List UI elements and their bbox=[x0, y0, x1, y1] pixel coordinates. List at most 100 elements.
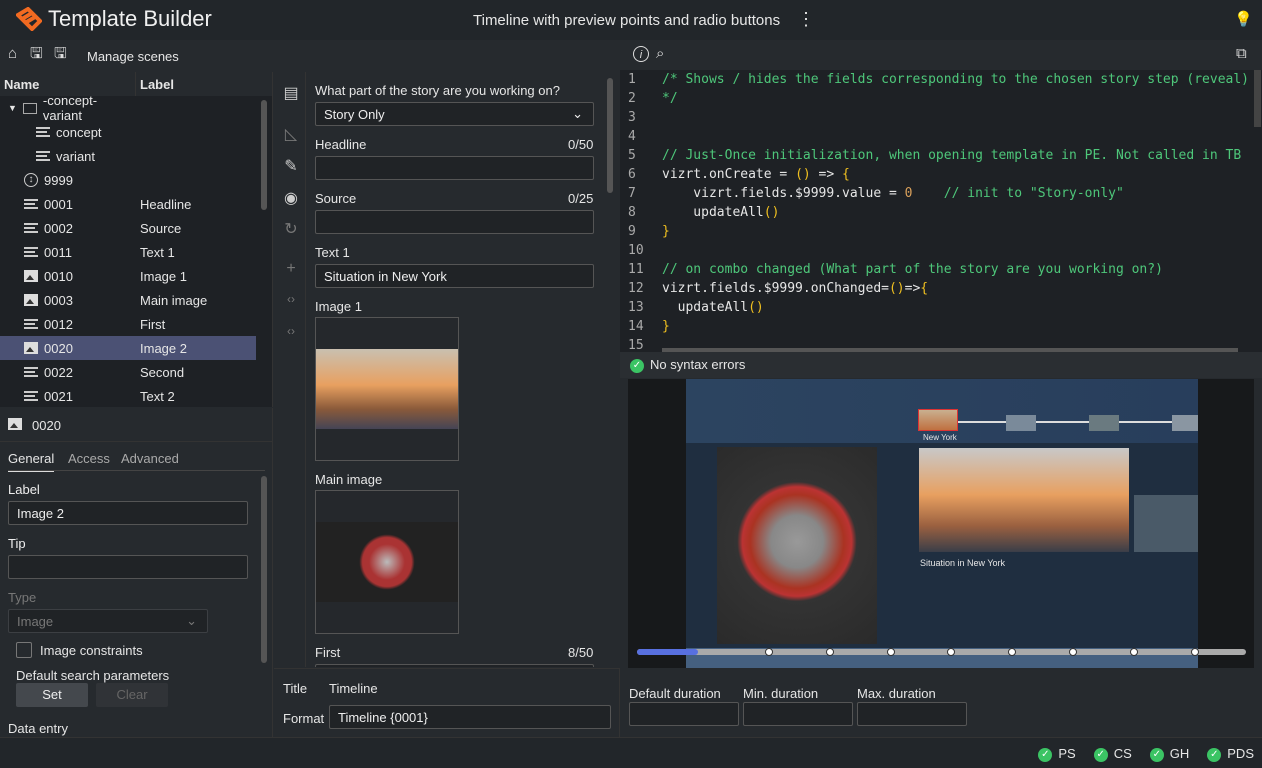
label-heading: Label bbox=[8, 482, 40, 497]
set-button[interactable]: Set bbox=[16, 683, 88, 707]
clear-button[interactable]: Clear bbox=[96, 683, 168, 707]
tip-input[interactable] bbox=[8, 555, 248, 579]
service-status-gh[interactable]: ✓ GH bbox=[1149, 746, 1189, 762]
timeline-thumb-active[interactable] bbox=[918, 409, 958, 431]
side-toolstrip: ▤ ◺ ✎ ◉ ↻ + ‹› ‹› bbox=[274, 72, 306, 667]
more-menu-icon[interactable]: ⋮ bbox=[797, 10, 815, 28]
form-scrollbar[interactable] bbox=[607, 78, 613, 193]
ruler-icon[interactable]: ◺ bbox=[282, 124, 300, 143]
manage-scenes-button[interactable]: Manage scenes bbox=[87, 49, 179, 64]
popout-icon[interactable]: ⧉ bbox=[1236, 46, 1252, 62]
preview-form: What part of the story are you working o… bbox=[306, 72, 619, 667]
city-skyline-image bbox=[316, 349, 458, 429]
source-count: 0/25 bbox=[568, 191, 594, 206]
timeline-thumb[interactable] bbox=[1172, 415, 1198, 431]
timeline-point[interactable] bbox=[886, 648, 895, 656]
tab-access[interactable]: Access bbox=[68, 451, 110, 466]
timeline-thumb[interactable] bbox=[1089, 415, 1119, 431]
label-input[interactable]: Image 2 bbox=[8, 501, 248, 525]
text-lines-icon bbox=[36, 127, 50, 137]
service-status-cs[interactable]: ✓ CS bbox=[1093, 746, 1132, 762]
text-lines-icon bbox=[24, 247, 38, 257]
field-properties: 0020 General Access Advanced Label Image… bbox=[0, 408, 273, 737]
tip-heading: Tip bbox=[8, 536, 26, 551]
refresh-icon[interactable]: ↻ bbox=[282, 219, 300, 238]
code-line: 12 vizrt.fields.$9999.onChanged=()=>{ bbox=[628, 281, 929, 296]
tree-row[interactable]: 0020 Image 2 bbox=[0, 336, 256, 360]
timeline-thumb[interactable] bbox=[1006, 415, 1036, 431]
tree-scrollbar[interactable] bbox=[261, 100, 267, 210]
max-duration-input[interactable] bbox=[857, 702, 967, 726]
tree-row[interactable]: 0022 Second bbox=[0, 360, 272, 384]
code-line: 9} bbox=[628, 224, 670, 239]
format-input[interactable]: Timeline {0001} bbox=[329, 705, 611, 729]
timeline-point[interactable] bbox=[1069, 648, 1077, 656]
tree-row[interactable]: ▼ -concept-variant bbox=[0, 93, 272, 123]
format-label: Format bbox=[283, 711, 325, 726]
timeline-point[interactable] bbox=[1129, 648, 1138, 656]
code-editor[interactable]: 1/* Shows / hides the fields correspondi… bbox=[620, 70, 1262, 353]
timeline-point[interactable] bbox=[1190, 648, 1199, 656]
edit-icon[interactable]: ✎ bbox=[282, 156, 300, 175]
min-duration-input[interactable] bbox=[743, 702, 853, 726]
tree-row[interactable]: 0012 First bbox=[0, 312, 272, 336]
image1-picker[interactable] bbox=[315, 317, 459, 461]
story-select[interactable]: Story Only ⌄ bbox=[315, 102, 594, 126]
row-name: 0003 bbox=[44, 292, 73, 308]
search-icon[interactable]: ⌕ bbox=[656, 46, 672, 62]
column-label[interactable]: Label bbox=[136, 72, 178, 96]
service-status-ps[interactable]: ✓ PS bbox=[1038, 746, 1076, 762]
detail-scrollbar[interactable] bbox=[261, 476, 267, 663]
main-image-picker[interactable] bbox=[315, 490, 459, 634]
default-duration-input[interactable] bbox=[629, 702, 739, 726]
row-name: -concept-variant bbox=[42, 93, 98, 123]
row-label: Text 1 bbox=[140, 244, 175, 260]
info-icon[interactable]: i bbox=[633, 46, 649, 62]
service-status-pds[interactable]: ✓ PDS bbox=[1207, 746, 1254, 762]
row-name: variant bbox=[56, 148, 96, 164]
text1-input[interactable]: Situation in New York bbox=[315, 264, 594, 288]
tree-row[interactable]: ↕ 9999 bbox=[0, 168, 272, 192]
tab-general[interactable]: General bbox=[8, 451, 55, 472]
code-line: 1/* Shows / hides the fields correspondi… bbox=[628, 72, 1249, 87]
tree-row[interactable]: 0021 Text 2 bbox=[0, 384, 272, 408]
code-icon[interactable]: ‹› bbox=[282, 324, 300, 342]
code-line: 6 vizrt.onCreate = () => { bbox=[628, 167, 850, 182]
tree-row[interactable]: concept bbox=[0, 120, 272, 144]
first-input[interactable] bbox=[315, 664, 594, 667]
tree-row[interactable]: 0011 Text 1 bbox=[0, 240, 272, 264]
source-input[interactable] bbox=[315, 210, 594, 234]
first-count: 8/50 bbox=[568, 645, 594, 660]
timeline-progress-bar[interactable] bbox=[637, 648, 1246, 656]
title-value: Timeline bbox=[329, 681, 378, 696]
add-icon[interactable]: + bbox=[282, 260, 300, 278]
preview-caption: Situation in New York bbox=[920, 558, 1006, 568]
save-as-icon[interactable]: 🖫 bbox=[54, 46, 70, 62]
code-line: 11// on combo changed (What part of the … bbox=[628, 262, 1163, 277]
row-label: Source bbox=[140, 220, 182, 236]
row-label: Image 1 bbox=[140, 268, 187, 284]
image-constraints-checkbox[interactable] bbox=[16, 642, 32, 658]
tree-row[interactable]: 0001 Headline bbox=[0, 192, 272, 216]
timeline-point[interactable] bbox=[1008, 648, 1017, 656]
home-icon[interactable]: ⌂ bbox=[8, 46, 24, 62]
tree-row[interactable]: variant bbox=[0, 144, 272, 168]
timeline-point[interactable] bbox=[947, 648, 956, 656]
tree-row[interactable]: 0003 Main image bbox=[0, 288, 272, 312]
code-line: 10 bbox=[628, 243, 644, 258]
row-name: 0010 bbox=[44, 268, 73, 284]
updown-icon: ↕ bbox=[24, 173, 38, 187]
form-icon[interactable]: ▤ bbox=[282, 83, 300, 102]
tree-row[interactable]: 0002 Source bbox=[0, 216, 272, 240]
preview-eye-icon[interactable]: ◉ bbox=[282, 188, 300, 207]
tree-row[interactable]: 0010 Image 1 bbox=[0, 264, 272, 288]
code-v-scrollbar[interactable] bbox=[1254, 70, 1261, 127]
tab-advanced[interactable]: Advanced bbox=[121, 451, 179, 466]
timeline-point[interactable] bbox=[825, 648, 834, 656]
save-icon[interactable]: 🖫 bbox=[30, 46, 46, 62]
headline-input[interactable] bbox=[315, 156, 594, 180]
chevron-down-icon: ⌄ bbox=[572, 106, 583, 121]
timeline-point[interactable] bbox=[765, 648, 773, 656]
lightbulb-icon[interactable]: 💡 bbox=[1234, 10, 1253, 28]
code-import-icon[interactable]: ‹› bbox=[282, 292, 300, 310]
